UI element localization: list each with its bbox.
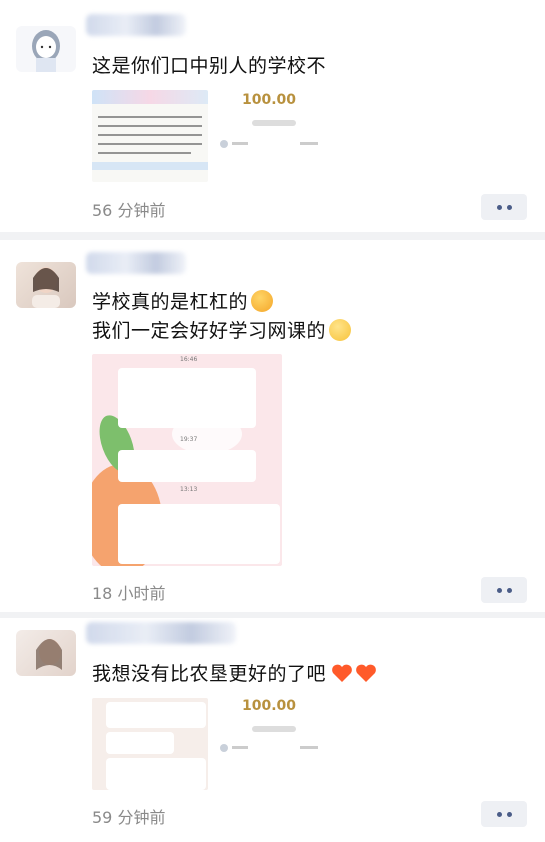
username-blurred[interactable] — [86, 622, 236, 644]
moment-post-3: 我想没有比农垦更好的了吧 100.00 59 分钟前 — [0, 618, 545, 842]
chat-message — [118, 450, 256, 482]
chat-message — [118, 504, 280, 564]
more-button[interactable] — [481, 801, 527, 827]
dot-icon — [506, 587, 512, 593]
dot-icon — [506, 204, 512, 210]
chat-timestamp: 16:46 — [180, 356, 198, 363]
dot-icon — [496, 204, 502, 210]
person-photo-icon — [32, 267, 60, 308]
post-time: 59 分钟前 — [92, 808, 166, 827]
avatar[interactable] — [16, 26, 76, 72]
avatar[interactable] — [16, 262, 76, 308]
moment-post-2: 学校真的是杠杠的 我们一定会好好学习网课的 16:46 19:37 13:13 … — [0, 240, 545, 612]
username-blurred[interactable] — [86, 252, 186, 274]
username-blurred[interactable] — [86, 14, 186, 36]
more-button[interactable] — [481, 194, 527, 220]
receipt-amount: 100.00 — [242, 698, 297, 714]
chat-message — [106, 732, 174, 754]
more-button[interactable] — [481, 577, 527, 603]
post-text: 这是你们口中别人的学校不 — [92, 55, 327, 77]
image-receipt[interactable]: 100.00 — [212, 694, 330, 768]
image-chat-screenshot[interactable]: 16:46 19:37 13:13 — [92, 354, 282, 566]
person-photo-icon — [36, 639, 62, 670]
image-receipt[interactable]: 100.00 — [212, 86, 330, 160]
post-time: 18 小时前 — [92, 584, 166, 603]
chat-message — [106, 758, 206, 790]
smile-icon — [329, 319, 352, 341]
heart-icon — [332, 664, 352, 682]
heart-icon — [356, 664, 376, 682]
avatar[interactable] — [16, 630, 76, 676]
post-divider — [0, 232, 545, 240]
post-time: 56 分钟前 — [92, 201, 166, 220]
chat-timestamp: 13:13 — [180, 486, 198, 493]
chat-message — [118, 368, 256, 428]
dot-icon — [496, 587, 502, 593]
dot-icon — [506, 811, 512, 817]
receipt-amount: 100.00 — [242, 92, 297, 108]
image-handwritten-notice[interactable] — [92, 90, 208, 182]
image-chat-screenshot-small[interactable] — [92, 698, 208, 790]
hugging-face-icon — [251, 290, 274, 312]
moment-post-1: 这是你们口中别人的学校不 100.00 56 分钟前 — [0, 0, 545, 232]
dot-icon — [496, 811, 502, 817]
cartoon-girl-icon — [32, 30, 60, 72]
post-text: 我想没有比农垦更好的了吧 — [92, 660, 378, 689]
post-text: 学校真的是杠杠的 我们一定会好好学习网课的 — [92, 288, 352, 346]
chat-timestamp: 19:37 — [180, 436, 198, 443]
chat-message — [106, 702, 206, 728]
